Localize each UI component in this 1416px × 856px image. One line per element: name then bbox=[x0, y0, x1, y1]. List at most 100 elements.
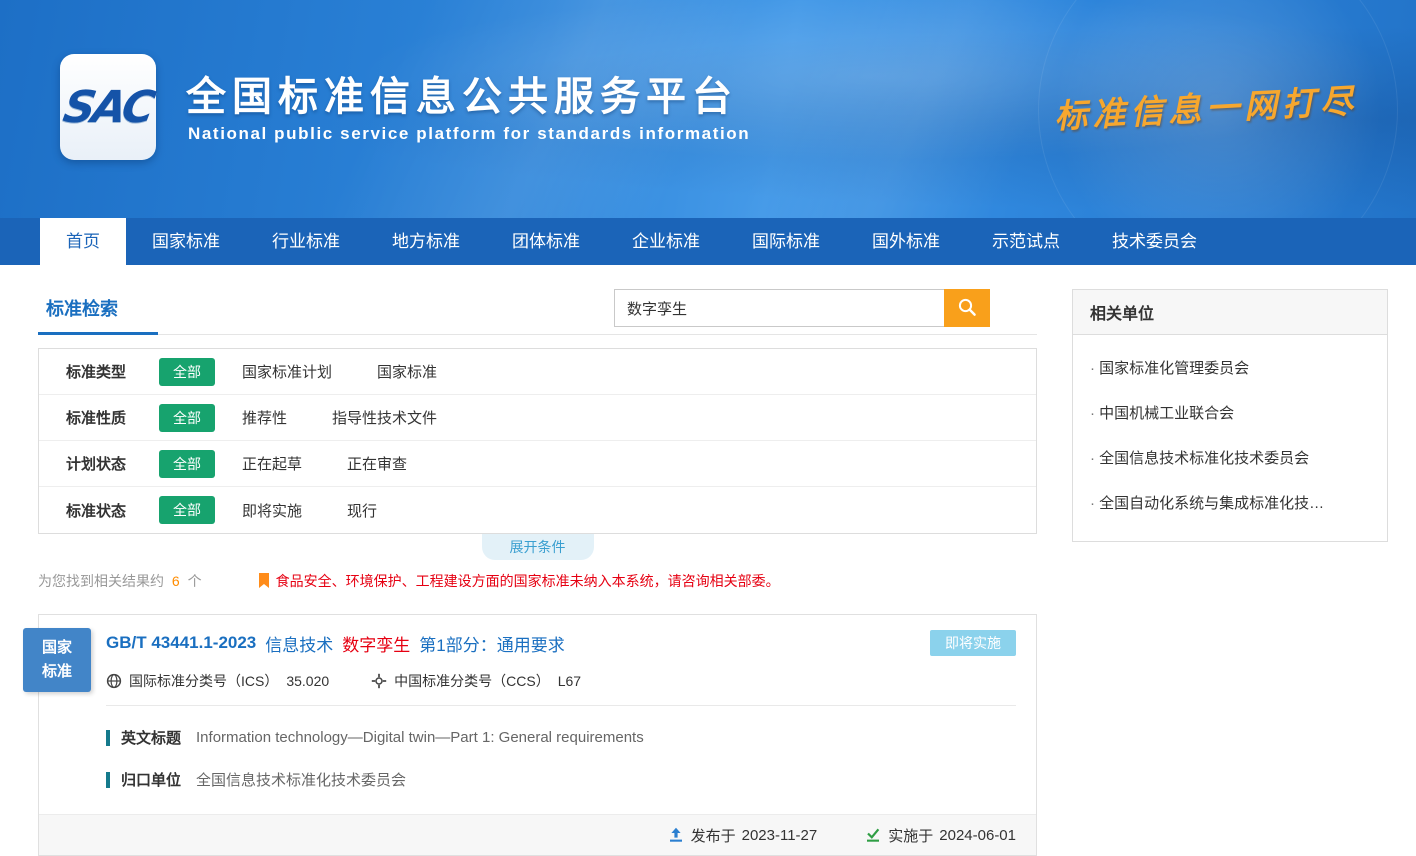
ccs-item: 中国标准分类号（CCS） L67 bbox=[371, 671, 581, 691]
filter-option[interactable]: 指导性技术文件 bbox=[332, 407, 437, 428]
nav-item-pilot[interactable]: 示范试点 bbox=[966, 218, 1086, 265]
results-summary: 为您找到相关结果约 6 个 bbox=[38, 571, 202, 591]
filter-all-button[interactable]: 全部 bbox=[159, 496, 215, 524]
sidebar-item[interactable]: 中国机械工业联合会 bbox=[1090, 390, 1370, 435]
implemented-label: 实施于 bbox=[888, 825, 933, 846]
tab-standard-search[interactable]: 标准检索 bbox=[38, 291, 158, 335]
filter-option[interactable]: 推荐性 bbox=[242, 407, 287, 428]
nav-item-international-standard[interactable]: 国际标准 bbox=[726, 218, 846, 265]
ics-label: 国际标准分类号（ICS） bbox=[129, 671, 278, 691]
ccs-value: L67 bbox=[558, 673, 581, 689]
expand-conditions-button[interactable]: 展开条件 bbox=[482, 534, 594, 560]
result-card-body: GB/T 43441.1-2023 信息技术 数字孪生 第1部分：通用要求 即将… bbox=[39, 615, 1036, 790]
results-count: 6 bbox=[172, 573, 180, 589]
filter-all-button[interactable]: 全部 bbox=[159, 358, 215, 386]
title-segment[interactable]: 信息技术 bbox=[265, 631, 333, 656]
field-label: 英文标题 bbox=[121, 727, 181, 748]
nav-item-industry-standard[interactable]: 行业标准 bbox=[246, 218, 366, 265]
filter-all-button[interactable]: 全部 bbox=[159, 450, 215, 478]
search-button[interactable] bbox=[944, 289, 990, 327]
published-label: 发布于 bbox=[691, 825, 736, 846]
filter-label: 标准性质 bbox=[66, 407, 159, 428]
related-units-list: 国家标准化管理委员会 中国机械工业联合会 全国信息技术标准化技术委员会 全国自动… bbox=[1073, 335, 1387, 541]
notice-text: 食品安全、环境保护、工程建设方面的国家标准未纳入本系统，请咨询相关部委。 bbox=[276, 571, 780, 591]
filter-row-standard-nature: 标准性质 全部 推荐性 指导性技术文件 bbox=[39, 395, 1036, 441]
implemented-date: 2024-06-01 bbox=[939, 827, 1016, 844]
sidebar: 相关单位 国家标准化管理委员会 中国机械工业联合会 全国信息技术标准化技术委员会… bbox=[1072, 289, 1388, 856]
main-column: 标准检索 标准类型 全部 国家标准计划 国家标准 标准性质 全部 bbox=[38, 289, 1037, 856]
field-accent-bar bbox=[106, 772, 110, 788]
result-card: 国家 标准 GB/T 43441.1-2023 信息技术 数字孪生 第1部分：通… bbox=[38, 614, 1037, 856]
search-icon bbox=[957, 297, 977, 320]
standard-type-badge-line1: 国家 bbox=[23, 636, 91, 660]
sidebar-item[interactable]: 国家标准化管理委员会 bbox=[1090, 345, 1370, 390]
sac-logo-text: SAC bbox=[60, 82, 157, 133]
filter-option[interactable]: 正在起草 bbox=[242, 453, 302, 474]
ics-value: 35.020 bbox=[286, 673, 329, 689]
expand-wrap: 展开条件 bbox=[38, 534, 1037, 558]
classification-row: 国际标准分类号（ICS） 35.020 中国标准分类号（CCS） L67 bbox=[106, 671, 1016, 691]
related-units-panel: 相关单位 国家标准化管理委员会 中国机械工业联合会 全国信息技术标准化技术委员会… bbox=[1072, 289, 1388, 542]
sidebar-item[interactable]: 全国信息技术标准化技术委员会 bbox=[1090, 435, 1370, 480]
filter-option[interactable]: 现行 bbox=[347, 500, 377, 521]
compass-icon bbox=[371, 673, 387, 689]
filter-option[interactable]: 即将实施 bbox=[242, 500, 302, 521]
result-card-footer: 发布于 2023-11-27 实施于 2024-06-01 bbox=[39, 814, 1036, 855]
title-segment[interactable]: 第1部分：通用要求 bbox=[419, 631, 564, 656]
field-label: 归口单位 bbox=[121, 769, 181, 790]
summary-suffix: 个 bbox=[188, 573, 202, 589]
nav-item-enterprise-standard[interactable]: 企业标准 bbox=[606, 218, 726, 265]
notice: 食品安全、环境保护、工程建设方面的国家标准未纳入本系统，请咨询相关部委。 bbox=[258, 571, 780, 591]
field-value: Information technology—Digital twin—Part… bbox=[196, 729, 644, 746]
nav-item-technical-committee[interactable]: 技术委员会 bbox=[1086, 218, 1223, 265]
status-badge: 即将实施 bbox=[930, 630, 1016, 656]
related-units-title: 相关单位 bbox=[1073, 290, 1387, 335]
standard-type-badge-line2: 标准 bbox=[23, 660, 91, 684]
filter-row-standard-status: 标准状态 全部 即将实施 现行 bbox=[39, 487, 1036, 533]
result-title-link[interactable]: GB/T 43441.1-2023 信息技术 数字孪生 第1部分：通用要求 即将… bbox=[106, 630, 1016, 656]
implemented-item: 实施于 2024-06-01 bbox=[865, 825, 1016, 846]
standard-code[interactable]: GB/T 43441.1-2023 bbox=[106, 633, 256, 653]
filter-option[interactable]: 国家标准 bbox=[377, 361, 437, 382]
summary-prefix: 为您找到相关结果约 bbox=[38, 573, 164, 589]
bookmark-icon bbox=[258, 573, 270, 589]
nav-item-home[interactable]: 首页 bbox=[40, 218, 126, 265]
site-subtitle: National public service platform for sta… bbox=[188, 124, 750, 144]
title-highlight[interactable]: 数字孪生 bbox=[342, 631, 410, 656]
page-content: 标准检索 标准类型 全部 国家标准计划 国家标准 标准性质 全部 bbox=[0, 265, 1416, 856]
nav-item-group-standard[interactable]: 团体标准 bbox=[486, 218, 606, 265]
filter-all-button[interactable]: 全部 bbox=[159, 404, 215, 432]
search-group bbox=[614, 289, 990, 327]
filter-row-standard-type: 标准类型 全部 国家标准计划 国家标准 bbox=[39, 349, 1036, 395]
results-summary-row: 为您找到相关结果约 6 个 食品安全、环境保护、工程建设方面的国家标准未纳入本系… bbox=[38, 570, 1037, 592]
site-header: SAC 全国标准信息公共服务平台 National public service… bbox=[0, 0, 1416, 218]
implement-check-icon bbox=[865, 827, 881, 843]
globe-icon bbox=[106, 673, 122, 689]
filter-label: 标准状态 bbox=[66, 500, 159, 521]
search-input[interactable] bbox=[614, 289, 944, 327]
english-title-field: 英文标题 Information technology—Digital twin… bbox=[106, 727, 1016, 748]
published-item: 发布于 2023-11-27 bbox=[668, 825, 818, 846]
nav-item-local-standard[interactable]: 地方标准 bbox=[366, 218, 486, 265]
standard-type-badge: 国家 标准 bbox=[23, 628, 91, 692]
filter-label: 计划状态 bbox=[66, 453, 159, 474]
divider bbox=[106, 705, 1016, 706]
nav-item-national-standard[interactable]: 国家标准 bbox=[126, 218, 246, 265]
field-value: 全国信息技术标准化技术委员会 bbox=[196, 769, 406, 790]
search-section: 标准检索 bbox=[38, 289, 1037, 335]
nav-item-foreign-standard[interactable]: 国外标准 bbox=[846, 218, 966, 265]
filter-panel: 标准类型 全部 国家标准计划 国家标准 标准性质 全部 推荐性 指导性技术文件 … bbox=[38, 348, 1037, 534]
filter-option[interactable]: 正在审查 bbox=[347, 453, 407, 474]
ccs-label: 中国标准分类号（CCS） bbox=[394, 671, 550, 691]
sidebar-item[interactable]: 全国自动化系统与集成标准化技… bbox=[1090, 480, 1370, 525]
committee-field: 归口单位 全国信息技术标准化技术委员会 bbox=[106, 769, 1016, 790]
sac-logo[interactable]: SAC bbox=[60, 54, 156, 160]
ics-item: 国际标准分类号（ICS） 35.020 bbox=[106, 671, 329, 691]
main-nav: 首页 国家标准 行业标准 地方标准 团体标准 企业标准 国际标准 国外标准 示范… bbox=[0, 218, 1416, 265]
published-date: 2023-11-27 bbox=[742, 827, 818, 844]
filter-option[interactable]: 国家标准计划 bbox=[242, 361, 332, 382]
field-accent-bar bbox=[106, 730, 110, 746]
publish-upload-icon bbox=[668, 827, 684, 843]
filter-row-plan-status: 计划状态 全部 正在起草 正在审查 bbox=[39, 441, 1036, 487]
site-title: 全国标准信息公共服务平台 bbox=[186, 64, 738, 122]
